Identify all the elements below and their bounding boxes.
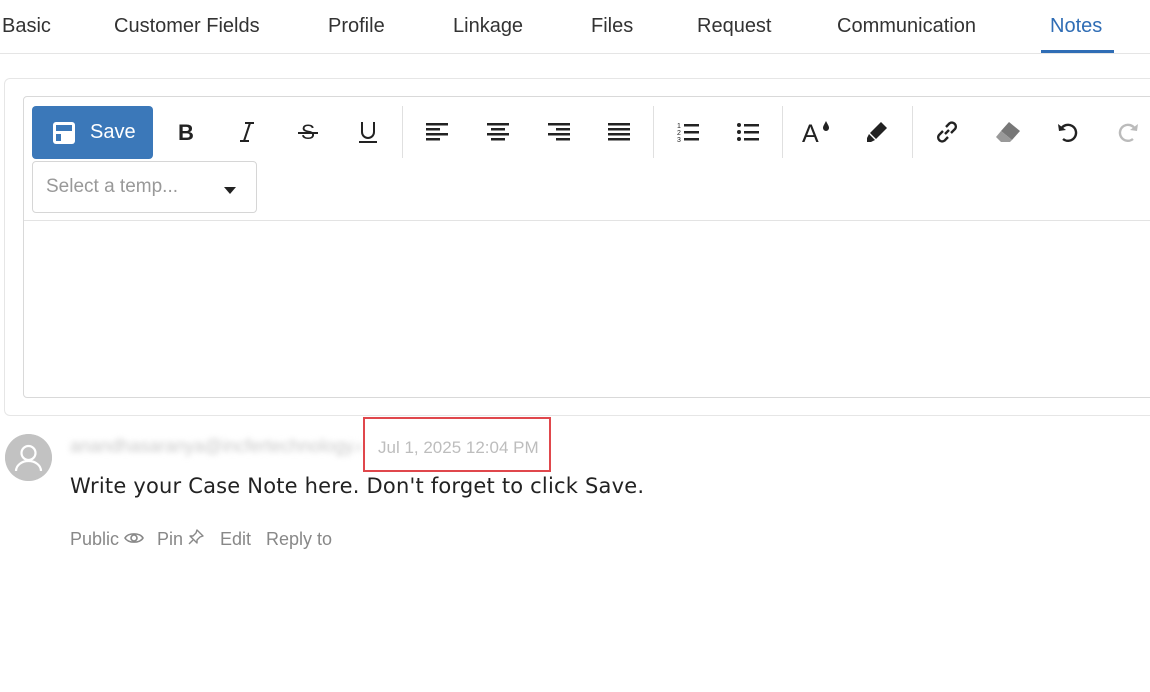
note-editor-content[interactable] (24, 221, 1150, 395)
highlight-button[interactable] (855, 110, 899, 154)
eye-icon (119, 529, 144, 550)
ordered-list-button[interactable]: 123 (666, 110, 710, 154)
template-select-placeholder: Select a temp... (46, 176, 179, 197)
align-justify-icon (608, 122, 630, 142)
note-author: anandhasaranya@incfertechnology.com (70, 436, 360, 456)
tab-notes[interactable]: Notes (1050, 13, 1102, 39)
redo-icon (1116, 120, 1140, 144)
align-right-icon (548, 122, 570, 142)
link-icon (934, 119, 960, 145)
align-center-button[interactable] (476, 110, 520, 154)
svg-text:1: 1 (677, 123, 681, 130)
redo-button[interactable] (1106, 110, 1150, 154)
note-timestamp: Jul 1, 2025 12:04 PM (378, 438, 539, 457)
underline-button[interactable] (346, 110, 390, 154)
ordered-list-icon: 123 (677, 121, 699, 143)
strikethrough-icon: S (297, 121, 319, 143)
svg-text:2: 2 (677, 130, 681, 137)
undo-button[interactable] (1046, 110, 1090, 154)
underline-icon (357, 120, 379, 144)
italic-icon (237, 121, 257, 143)
note-text: Write your Case Note here. Don't forget … (70, 474, 645, 498)
active-tab-indicator (1041, 50, 1114, 53)
unordered-list-icon (737, 122, 759, 142)
eraser-button[interactable] (986, 110, 1030, 154)
tab-profile[interactable]: Profile (328, 13, 385, 39)
reply-button[interactable]: Reply to (266, 529, 332, 550)
toolbar-separator (782, 106, 783, 158)
tab-linkage[interactable]: Linkage (453, 13, 523, 39)
chevron-down-icon (223, 182, 237, 200)
tab-basic[interactable]: Basic (2, 13, 51, 39)
tab-bar: Basic Customer Fields Profile Linkage Fi… (0, 0, 1150, 54)
tab-request[interactable]: Request (697, 13, 772, 39)
edit-button[interactable]: Edit (220, 529, 251, 550)
save-button-label: Save (90, 121, 136, 143)
highlight-icon (865, 120, 889, 144)
align-right-button[interactable] (537, 110, 581, 154)
link-button[interactable] (925, 110, 969, 154)
undo-icon (1056, 120, 1080, 144)
align-center-icon (487, 122, 509, 142)
font-color-button[interactable]: A (795, 110, 839, 154)
italic-button[interactable] (225, 110, 269, 154)
tab-customer-fields[interactable]: Customer Fields (114, 13, 260, 39)
pin-button[interactable]: Pin (157, 529, 204, 550)
toolbar-separator (912, 106, 913, 158)
pin-label: Pin (157, 529, 184, 549)
unordered-list-button[interactable] (726, 110, 770, 154)
svg-text:3: 3 (677, 137, 681, 143)
align-left-button[interactable] (415, 110, 459, 154)
avatar (5, 434, 52, 481)
align-left-icon (426, 122, 448, 142)
strikethrough-button[interactable]: S (286, 110, 330, 154)
template-select[interactable]: Select a temp... (32, 161, 257, 213)
svg-text:A: A (802, 120, 819, 145)
save-button[interactable]: Save (32, 106, 153, 159)
toolbar-separator (653, 106, 654, 158)
align-justify-button[interactable] (597, 110, 641, 154)
bold-button[interactable]: B (164, 110, 208, 154)
toolbar-separator (402, 106, 403, 158)
save-icon (52, 121, 76, 145)
bold-icon: B (176, 121, 196, 143)
public-toggle[interactable]: Public (70, 529, 144, 550)
eraser-icon (995, 121, 1021, 143)
tab-files[interactable]: Files (591, 13, 633, 39)
public-label: Public (70, 529, 120, 549)
font-color-icon: A (802, 119, 832, 145)
pin-icon (183, 529, 204, 550)
svg-text:B: B (178, 121, 194, 143)
tab-communication[interactable]: Communication (837, 13, 976, 39)
